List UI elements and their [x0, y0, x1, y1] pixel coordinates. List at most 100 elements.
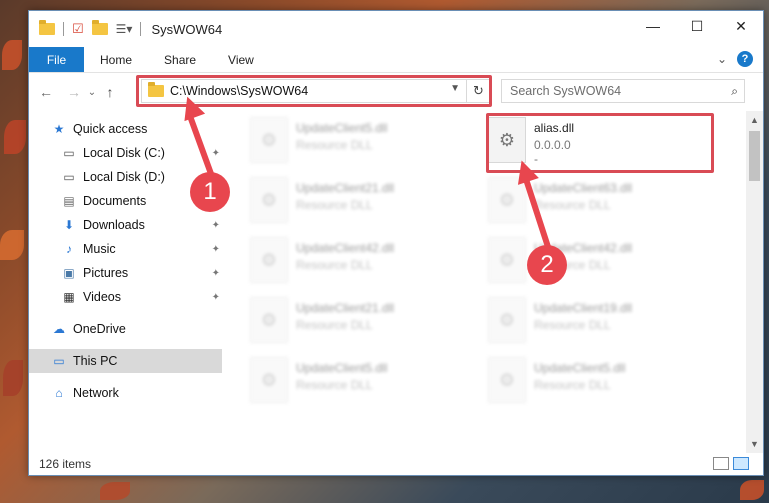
file-name: UpdateClient5.dll [534, 361, 626, 375]
pictures-icon: ▣ [63, 266, 75, 280]
dll-file-icon: ⚙ [250, 177, 288, 223]
scroll-down-icon[interactable]: ▼ [750, 439, 759, 449]
network-icon: ⌂ [55, 386, 63, 400]
maximize-button[interactable]: ☐ [675, 11, 719, 41]
pin-icon[interactable]: ✦ [212, 220, 220, 231]
navigation-bar: ← → ⌄ ↑ C:\Windows\SysWOW64 ▼ ↻ Search S… [29, 73, 763, 111]
sidebar-item-pictures[interactable]: ▣ Pictures ✦ [29, 261, 222, 285]
sidebar-item-videos[interactable]: ▦ Videos ✦ [29, 285, 222, 309]
list-item[interactable]: ⚙ UpdateClient42.dll Resource DLL [488, 235, 698, 291]
view-buttons [713, 457, 749, 470]
vertical-scrollbar[interactable]: ▲ ▼ [746, 111, 763, 453]
scroll-up-icon[interactable]: ▲ [750, 115, 759, 125]
pin-icon[interactable]: ✦ [212, 148, 220, 159]
window-title: SysWOW64 [151, 21, 223, 37]
list-item[interactable]: ⚙ UpdateClient5.dll Resource DLL [488, 355, 698, 411]
sidebar-item-label: Local Disk (C:) [83, 146, 165, 160]
search-placeholder: Search SysWOW64 [510, 84, 622, 98]
star-icon: ★ [53, 122, 65, 136]
file-type: Resource DLL [534, 198, 611, 212]
file-name: UpdateClient42.dll [296, 241, 395, 255]
expand-ribbon-icon[interactable]: ⌄ [717, 52, 727, 66]
documents-icon: ▤ [63, 194, 75, 208]
sidebar-item-label: Downloads [83, 218, 145, 232]
file-name: UpdateClient21.dll [296, 181, 395, 195]
tab-file[interactable]: File [29, 47, 84, 72]
file-name: UpdateClient5.dll [296, 121, 388, 135]
pin-icon[interactable]: ✦ [212, 268, 220, 279]
drive-icon: ▭ [63, 170, 75, 184]
close-button[interactable]: ✕ [719, 11, 763, 41]
file-explorer-window: ☑ ☰▾ SysWOW64 — ☐ ✕ File Home Share View… [28, 10, 764, 476]
tab-share[interactable]: Share [148, 47, 212, 72]
item-count: 126 items [39, 457, 92, 471]
ribbon-tabs: File Home Share View ⌄ ? [29, 47, 763, 73]
recent-locations-button[interactable]: ⌄ [85, 87, 99, 98]
details-view-icon[interactable] [713, 457, 729, 470]
computer-icon: ▭ [53, 354, 65, 368]
sidebar-item-network[interactable]: ⌂ Network [29, 381, 222, 405]
search-icon: ⌕ [731, 84, 738, 98]
ribbon-right: ⌄ ? [717, 51, 753, 67]
step-badge-2: 2 [527, 245, 567, 285]
drive-icon: ▭ [63, 146, 75, 160]
sidebar-item-label: Documents [83, 194, 147, 208]
download-icon: ⬇ [63, 218, 75, 232]
file-name: UpdateClient19.dll [534, 301, 633, 315]
sidebar-item-label: Network [73, 386, 119, 400]
list-item[interactable]: ⚙ UpdateClient42.dll Resource DLL [250, 235, 460, 291]
tab-view[interactable]: View [212, 47, 270, 72]
dll-file-icon: ⚙ [250, 117, 288, 163]
list-item[interactable]: ⚙ UpdateClient19.dll Resource DLL [488, 295, 698, 351]
file-type: Resource DLL [296, 258, 373, 272]
cloud-icon: ☁ [53, 322, 65, 336]
separator [140, 22, 142, 36]
file-type: Resource DLL [534, 318, 611, 332]
forward-button[interactable]: → [63, 84, 85, 100]
dll-file-icon: ⚙ [488, 357, 526, 403]
file-list: ⚙ UpdateClient5.dll Resource DLL ⚙ Update… [222, 111, 745, 453]
sidebar-item-this-pc[interactable]: ▭ This PC [29, 349, 222, 373]
tiles-view-icon[interactable] [733, 457, 749, 470]
search-input[interactable]: Search SysWOW64 ⌕ [501, 79, 745, 103]
window-controls: — ☐ ✕ [631, 11, 763, 41]
properties-icon[interactable]: ☑ [72, 21, 84, 37]
step-badge-1: 1 [190, 172, 230, 212]
sidebar-item-label: Pictures [83, 266, 129, 280]
sidebar-item-label: OneDrive [73, 322, 126, 336]
sidebar-item-label: Quick access [73, 122, 148, 136]
pin-icon[interactable]: ✦ [212, 244, 220, 255]
pin-icon[interactable]: ✦ [212, 292, 220, 303]
title-bar: ☑ ☰▾ SysWOW64 — ☐ ✕ [29, 11, 763, 47]
sidebar-item-label: Videos [83, 290, 121, 304]
sidebar-item-downloads[interactable]: ⬇ Downloads ✦ [29, 213, 222, 237]
dll-file-icon: ⚙ [250, 297, 288, 343]
dll-file-icon: ⚙ [250, 237, 288, 283]
help-icon[interactable]: ? [737, 51, 753, 67]
scroll-thumb[interactable] [749, 131, 760, 181]
file-type: Resource DLL [296, 318, 373, 332]
music-icon: ♪ [66, 242, 72, 256]
tab-home[interactable]: Home [84, 47, 148, 72]
up-button[interactable]: ↑ [99, 84, 121, 100]
new-folder-icon[interactable] [91, 20, 108, 35]
list-item[interactable]: ⚙ UpdateClient5.dll Resource DLL [250, 115, 460, 171]
file-name: UpdateClient21.dll [296, 301, 395, 315]
sidebar-item-onedrive[interactable]: ☁ OneDrive [29, 317, 222, 341]
dll-file-icon: ⚙ [250, 357, 288, 403]
dll-file-icon: ⚙ [488, 237, 526, 283]
customize-toolbar-icon[interactable]: ☰▾ [116, 22, 133, 36]
back-button[interactable]: ← [35, 84, 57, 100]
sidebar-item-label: Local Disk (D:) [83, 170, 165, 184]
list-item[interactable]: ⚙ UpdateClient21.dll Resource DLL [250, 175, 460, 231]
separator [63, 22, 64, 36]
quick-access-toolbar: ☑ ☰▾ [29, 20, 142, 37]
sidebar-item-local-disk-c[interactable]: ▭ Local Disk (C:) ✦ [29, 141, 222, 165]
sidebar-item-music[interactable]: ♪ Music ✦ [29, 237, 222, 261]
minimize-button[interactable]: — [631, 11, 675, 41]
file-type: Resource DLL [296, 378, 373, 392]
sidebar-item-label: Music [83, 242, 116, 256]
list-item[interactable]: ⚙ UpdateClient21.dll Resource DLL [250, 295, 460, 351]
list-item[interactable]: ⚙ UpdateClient5.dll Resource DLL [250, 355, 460, 411]
main-content: ★ Quick access ▭ Local Disk (C:) ✦ ▭ Loc… [29, 111, 763, 453]
